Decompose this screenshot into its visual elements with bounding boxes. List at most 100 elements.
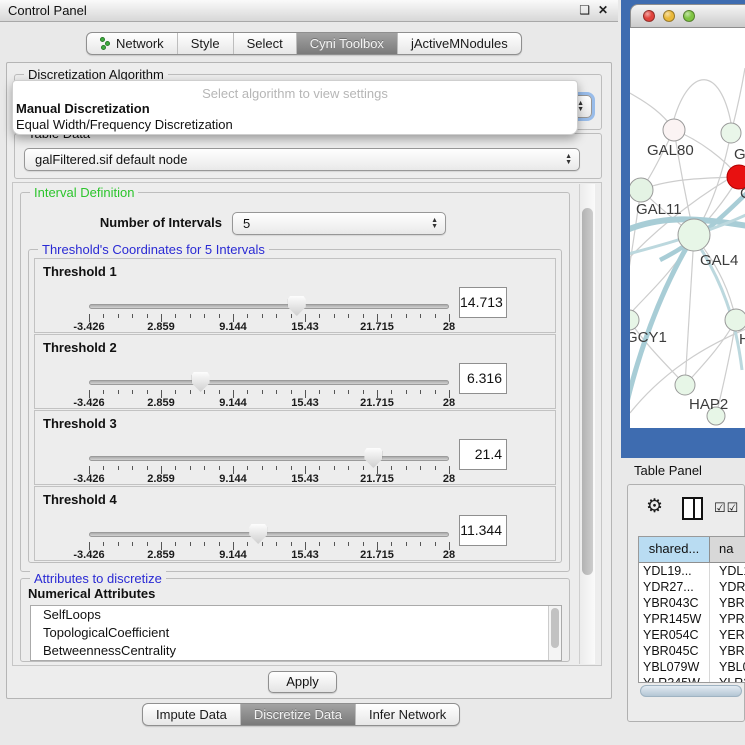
tab-label: Style xyxy=(191,36,220,51)
apply-button[interactable]: Apply xyxy=(268,671,337,693)
node-table[interactable]: shared... na YDL19...YDL1YDR27...YDR2YBR… xyxy=(638,536,745,683)
gear-icon[interactable]: ⚙ xyxy=(646,495,663,518)
tab-label: Cyni Toolbox xyxy=(310,36,384,51)
table-row[interactable]: YER054CYER0 xyxy=(639,627,745,643)
attribute-item[interactable]: SelfLoops xyxy=(31,606,561,624)
node-label: HAP2 xyxy=(689,396,728,413)
table-panel: ⚙ ☑☑ shared... na YDL19...YDL1YDR27...YD… xyxy=(627,484,745,722)
slider-track[interactable] xyxy=(89,456,449,461)
tab-jactivemnodules[interactable]: jActiveMNodules xyxy=(397,33,521,54)
close-icon[interactable]: ✕ xyxy=(598,3,608,17)
table-row[interactable]: YLR345WYLR3 xyxy=(639,675,745,683)
slider-thumb[interactable] xyxy=(364,448,382,468)
threshold-value-field[interactable]: 14.713 xyxy=(459,287,507,318)
num-intervals-combo[interactable]: 5 ▲▼ xyxy=(232,212,446,235)
vertical-scrollbar-thumb[interactable] xyxy=(582,208,593,575)
tab-network[interactable]: Network xyxy=(87,33,177,54)
vertical-scrollbar[interactable] xyxy=(579,184,595,664)
network-node[interactable] xyxy=(675,375,695,395)
slider-tick-labels: -3.4262.8599.14415.4321.71528 xyxy=(89,549,451,562)
attributes-scrollbar-thumb[interactable] xyxy=(551,608,559,648)
network-node[interactable] xyxy=(630,178,653,202)
numerical-attributes-list[interactable]: SelfLoopsTopologicalCoefficientBetweenne… xyxy=(30,605,562,661)
attributes-scrollbar[interactable] xyxy=(548,606,561,660)
table-row[interactable]: YBR045CYBR0 xyxy=(639,643,745,659)
tab-infer-network[interactable]: Infer Network xyxy=(355,704,459,725)
slider-thumb[interactable] xyxy=(249,524,267,544)
network-node[interactable] xyxy=(725,309,745,331)
table-row[interactable]: YBL079WYBL0 xyxy=(639,659,745,675)
cell-name: YDR2 xyxy=(710,579,745,595)
checkbox-icons[interactable]: ☑☑ xyxy=(714,500,739,516)
network-node[interactable] xyxy=(678,219,710,251)
table-rows: YDL19...YDL1YDR27...YDR2YBR043CYBR0YPR14… xyxy=(639,563,745,683)
attributes-group-title: Attributes to discretize xyxy=(30,571,166,586)
column-header-shared[interactable]: shared... xyxy=(639,537,710,562)
algorithm-dropdown-popup: Select algorithm to view settings Manual… xyxy=(12,80,578,135)
network-node[interactable] xyxy=(663,119,685,141)
table-data-combo[interactable]: galFiltered.sif default node ▲▼ xyxy=(24,148,580,171)
cell-shared-name: YDR27... xyxy=(639,579,710,595)
table-row[interactable]: YBR043CYBR0 xyxy=(639,595,745,611)
cell-shared-name: YDL19... xyxy=(639,563,710,579)
combo-stepper-icon: ▲▼ xyxy=(577,96,584,117)
tab-label: Select xyxy=(247,36,283,51)
tab-cyni-toolbox[interactable]: Cyni Toolbox xyxy=(296,33,397,54)
dropdown-item[interactable]: Equal Width/Frequency Discretization xyxy=(13,117,577,133)
network-canvas[interactable]: GAL80GACGAL11GAL4GCY1HHAP2 xyxy=(630,28,745,428)
tab-style[interactable]: Style xyxy=(177,33,233,54)
horizontal-scrollbar-thumb[interactable] xyxy=(640,685,742,697)
node-label: GCY1 xyxy=(630,329,667,346)
threshold-value-field[interactable]: 21.4 xyxy=(459,439,507,470)
num-intervals-value: 5 xyxy=(243,216,250,231)
attribute-item[interactable]: TopologicalCoefficient xyxy=(31,624,561,642)
slider-track[interactable] xyxy=(89,380,449,385)
cell-name: YER0 xyxy=(710,627,745,643)
tab-label: Impute Data xyxy=(156,707,227,722)
columns-icon[interactable] xyxy=(682,497,703,520)
tab-impute-data[interactable]: Impute Data xyxy=(143,704,240,725)
threshold-label: Threshold 2 xyxy=(43,340,117,355)
node-label: GAL4 xyxy=(700,252,738,269)
threshold-row: Threshold 3-3.4262.8599.14415.4321.71528… xyxy=(34,410,556,485)
table-row[interactable]: YPR145WYPR1 xyxy=(639,611,745,627)
cell-name: YBL0 xyxy=(710,659,745,675)
threshold-label: Threshold 4 xyxy=(43,492,117,507)
column-header-name[interactable]: na xyxy=(710,537,745,562)
cell-shared-name: YPR145W xyxy=(639,611,710,627)
table-row[interactable]: YDL19...YDL1 xyxy=(639,563,745,579)
mac-minimize-icon[interactable] xyxy=(663,10,675,22)
dropdown-item[interactable]: Manual Discretization xyxy=(13,101,577,117)
network-node[interactable] xyxy=(630,310,639,330)
mac-close-icon[interactable] xyxy=(643,10,655,22)
attribute-item[interactable]: BetweennessCentrality xyxy=(31,642,561,660)
slider-track[interactable] xyxy=(89,304,449,309)
combo-stepper-icon: ▲▼ xyxy=(565,149,572,170)
mac-zoom-icon[interactable] xyxy=(683,10,695,22)
table-row[interactable]: YDR27...YDR2 xyxy=(639,579,745,595)
tab-label: Discretize Data xyxy=(254,707,342,722)
tab-discretize-data[interactable]: Discretize Data xyxy=(240,704,355,725)
table-data-combo-value: galFiltered.sif default node xyxy=(35,152,187,167)
dropdown-hint: Select algorithm to view settings xyxy=(13,81,577,101)
node-label: GAL11 xyxy=(636,201,682,218)
table-panel-title: Table Panel xyxy=(634,463,702,478)
combo-stepper-icon: ▲▼ xyxy=(431,213,438,234)
cell-shared-name: YBL079W xyxy=(639,659,710,675)
threshold-value-field[interactable]: 11.344 xyxy=(459,515,507,546)
cell-name: YBR0 xyxy=(710,595,745,611)
slider-track[interactable] xyxy=(89,532,449,537)
threshold-value-field[interactable]: 6.316 xyxy=(459,363,507,394)
float-window-icon[interactable]: ❑ xyxy=(579,3,590,17)
tab-select[interactable]: Select xyxy=(233,33,296,54)
slider-tick-labels: -3.4262.8599.14415.4321.71528 xyxy=(89,473,451,486)
table-header-row: shared... na xyxy=(639,537,745,563)
thresholds-group-title: Threshold's Coordinates for 5 Intervals xyxy=(38,242,269,257)
network-icon xyxy=(100,37,111,50)
slider-thumb[interactable] xyxy=(192,372,210,392)
control-panel-titlebar: Control Panel ❑ ✕ xyxy=(0,0,618,22)
network-node[interactable] xyxy=(721,123,741,143)
slider-thumb[interactable] xyxy=(288,296,306,316)
cell-name: YLR3 xyxy=(710,675,745,683)
cell-shared-name: YBR045C xyxy=(639,643,710,659)
